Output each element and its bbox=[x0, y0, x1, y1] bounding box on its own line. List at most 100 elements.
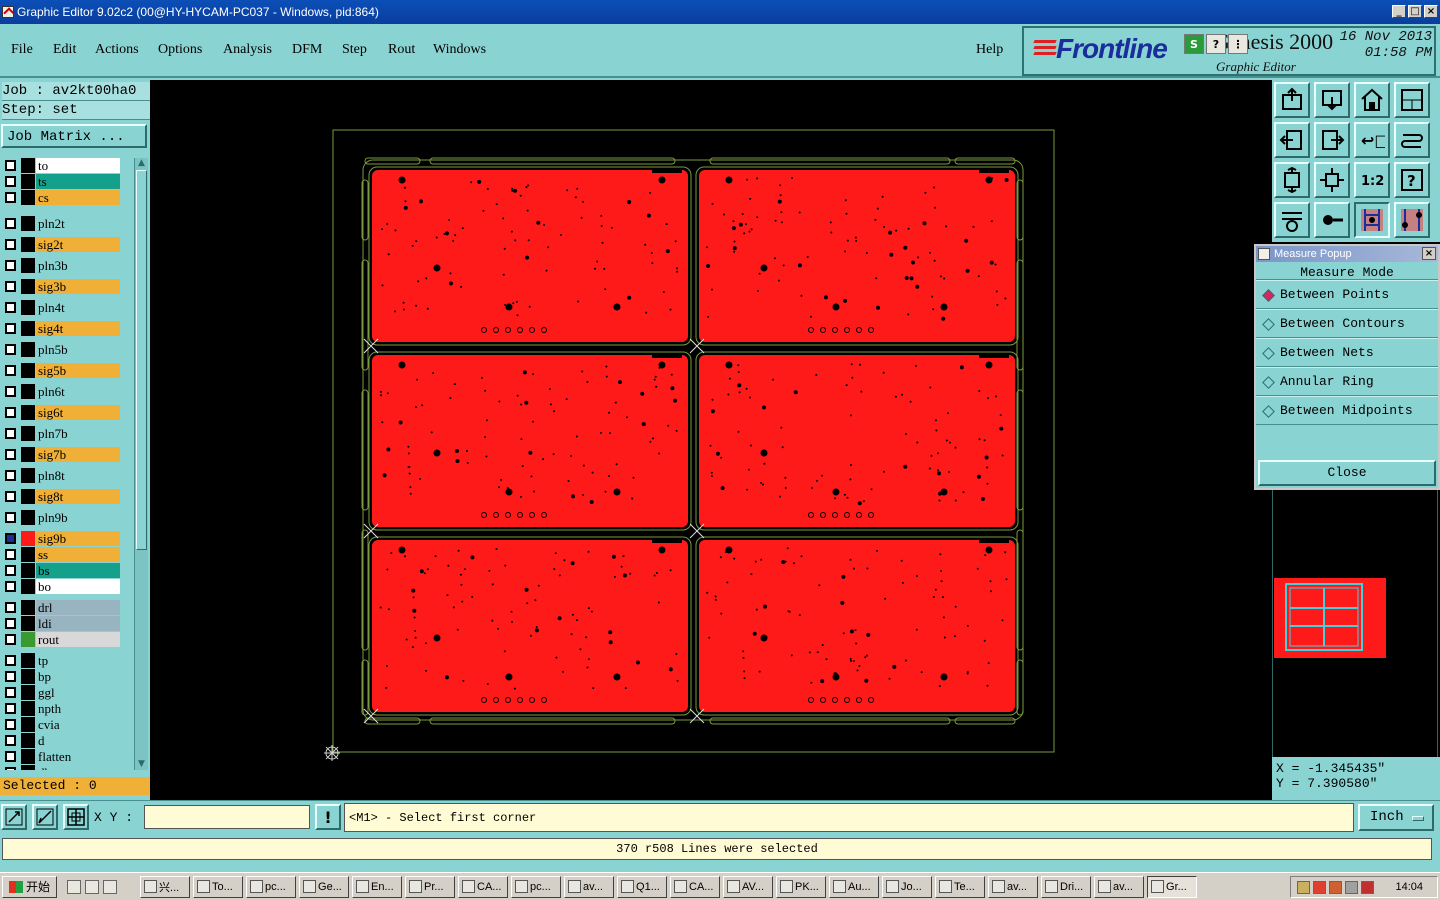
layer-color-swatch[interactable] bbox=[21, 489, 35, 504]
layer-checkbox[interactable] bbox=[5, 618, 16, 629]
layer-checkbox[interactable] bbox=[5, 344, 16, 355]
layer-color-swatch[interactable] bbox=[21, 510, 35, 525]
layer-color-swatch[interactable] bbox=[21, 600, 35, 615]
layer-color-swatch[interactable] bbox=[21, 447, 35, 462]
taskbar-item[interactable]: Dri... bbox=[1041, 875, 1092, 898]
layer-row[interactable]: rout bbox=[2, 632, 122, 647]
radio-diamond-icon[interactable] bbox=[1262, 318, 1275, 331]
layer-color-swatch[interactable] bbox=[21, 717, 35, 732]
job-matrix-button[interactable]: Job Matrix ... bbox=[1, 124, 147, 148]
home-view-icon[interactable] bbox=[1274, 82, 1310, 118]
step-repeat-icon[interactable] bbox=[1394, 122, 1430, 158]
radio-diamond-icon[interactable] bbox=[1262, 376, 1275, 389]
taskbar-item[interactable]: En... bbox=[352, 875, 403, 898]
quicklaunch-shield-icon[interactable] bbox=[103, 879, 118, 894]
layer-color-swatch[interactable] bbox=[21, 653, 35, 668]
menu-step[interactable]: Step bbox=[342, 42, 367, 58]
menu-windows[interactable]: Windows bbox=[433, 42, 486, 58]
layer-checkbox[interactable] bbox=[5, 634, 16, 645]
layer-name[interactable]: ggl bbox=[36, 685, 120, 700]
layer-color-swatch[interactable] bbox=[21, 426, 35, 441]
units-select[interactable]: Inch bbox=[1358, 804, 1434, 831]
layer-name[interactable]: pln6t bbox=[36, 384, 120, 399]
layer-name[interactable]: tp bbox=[36, 653, 120, 668]
taskbar-item[interactable]: av... bbox=[988, 875, 1039, 898]
layer-name[interactable]: pln2t bbox=[36, 216, 120, 231]
layer-name[interactable]: cvia bbox=[36, 717, 120, 732]
layer-name[interactable]: pln9b bbox=[36, 510, 120, 525]
layer-color-swatch[interactable] bbox=[21, 279, 35, 294]
menu-edit[interactable]: Edit bbox=[53, 42, 76, 58]
layer-row[interactable]: sig2t bbox=[2, 237, 122, 252]
snap-icon[interactable] bbox=[1314, 202, 1350, 238]
fit-vertical-icon[interactable] bbox=[1274, 162, 1310, 198]
layer-checkbox[interactable] bbox=[5, 281, 16, 292]
taskbar-item[interactable]: PK... bbox=[776, 875, 827, 898]
tray-icon-5[interactable] bbox=[1361, 881, 1374, 894]
layer-name[interactable]: cs bbox=[36, 190, 120, 205]
scroll-up-icon[interactable]: ▲ bbox=[136, 158, 147, 169]
layer-row[interactable]: d bbox=[2, 733, 122, 748]
overview-map[interactable] bbox=[1274, 578, 1386, 658]
layer-row[interactable]: npth bbox=[2, 701, 122, 716]
layer-row[interactable]: sig4t bbox=[2, 321, 122, 336]
layer-name[interactable]: drl bbox=[36, 600, 120, 615]
layer-row[interactable]: pln3b bbox=[2, 258, 122, 273]
graphic-canvas[interactable] bbox=[150, 80, 1272, 800]
layer-name[interactable]: npth bbox=[36, 701, 120, 716]
tray-icon-2[interactable] bbox=[1313, 881, 1326, 894]
radio-diamond-icon[interactable] bbox=[1262, 347, 1275, 360]
redraw-icon[interactable] bbox=[1354, 82, 1390, 118]
radio-diamond-icon[interactable] bbox=[1262, 289, 1275, 302]
layer-name[interactable]: sig8t bbox=[36, 489, 120, 504]
layer-name[interactable]: sig7b bbox=[36, 447, 120, 462]
layer-row[interactable]: pln5b bbox=[2, 342, 122, 357]
grid-icon[interactable] bbox=[63, 804, 89, 830]
layer-color-swatch[interactable] bbox=[21, 669, 35, 684]
close-button[interactable]: Close bbox=[1258, 460, 1436, 486]
layer-color-swatch[interactable] bbox=[21, 685, 35, 700]
measure-option[interactable]: Between Nets bbox=[1256, 338, 1438, 367]
layer-row[interactable]: ggl bbox=[2, 685, 122, 700]
layer-row[interactable]: pln2t bbox=[2, 216, 122, 231]
taskbar-item[interactable]: CA... bbox=[670, 875, 721, 898]
layer-checkbox[interactable] bbox=[5, 260, 16, 271]
taskbar-item[interactable]: Au... bbox=[829, 875, 880, 898]
measure-option[interactable]: Annular Ring bbox=[1256, 367, 1438, 396]
layer-name[interactable]: pln4t bbox=[36, 300, 120, 315]
layer-row[interactable]: pln6t bbox=[2, 384, 122, 399]
taskbar-item[interactable]: Q1... bbox=[617, 875, 668, 898]
close-icon[interactable]: × bbox=[1422, 247, 1436, 260]
layer-row[interactable]: ldi bbox=[2, 616, 122, 631]
layer-name[interactable]: sig2t bbox=[36, 237, 120, 252]
layer-checkbox[interactable] bbox=[5, 565, 16, 576]
layer-checkbox[interactable] bbox=[5, 386, 16, 397]
layer-color-swatch[interactable] bbox=[21, 468, 35, 483]
measure-tool-icon[interactable] bbox=[1354, 202, 1390, 238]
layer-color-swatch[interactable] bbox=[21, 616, 35, 631]
layer-color-swatch[interactable] bbox=[21, 701, 35, 716]
layer-color-swatch[interactable] bbox=[21, 531, 35, 546]
layer-color-swatch[interactable] bbox=[21, 632, 35, 647]
layer-color-swatch[interactable] bbox=[21, 563, 35, 578]
layer-checkbox[interactable] bbox=[5, 751, 16, 762]
layer-color-swatch[interactable] bbox=[21, 216, 35, 231]
layer-checkbox[interactable] bbox=[5, 655, 16, 666]
layer-color-swatch[interactable] bbox=[21, 237, 35, 252]
taskbar-item[interactable]: av... bbox=[564, 875, 615, 898]
menu-options[interactable]: Options bbox=[158, 42, 202, 58]
minimize-button[interactable]: _ bbox=[1392, 5, 1406, 18]
layer-checkbox[interactable] bbox=[5, 176, 16, 187]
layer-row[interactable]: sig5b bbox=[2, 363, 122, 378]
fit-all-icon[interactable] bbox=[1314, 162, 1350, 198]
taskbar-item[interactable]: Ge... bbox=[299, 875, 350, 898]
layer-row[interactable]: cs bbox=[2, 190, 122, 205]
layer-name[interactable]: sig9b bbox=[36, 531, 120, 546]
layer-name[interactable]: to bbox=[36, 158, 120, 173]
layer-name[interactable]: sig3b bbox=[36, 279, 120, 294]
layer-name[interactable]: db bbox=[36, 765, 120, 770]
scale-one-to-two-icon[interactable]: 1:2 bbox=[1354, 162, 1390, 198]
layer-name[interactable]: sig5b bbox=[36, 363, 120, 378]
pan-left-icon[interactable] bbox=[1274, 122, 1310, 158]
settings-icon[interactable] bbox=[1274, 202, 1310, 238]
